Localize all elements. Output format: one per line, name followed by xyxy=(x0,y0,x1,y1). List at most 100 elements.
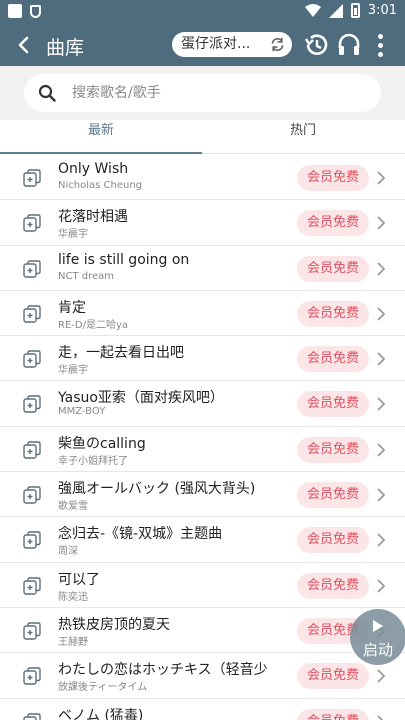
shield-icon xyxy=(30,4,41,18)
chevron-right-icon xyxy=(377,307,386,321)
chevron-right-icon xyxy=(377,171,386,185)
signal-icon xyxy=(328,3,343,18)
song-artist: NCT dream xyxy=(58,270,115,282)
add-to-playlist-icon[interactable] xyxy=(23,441,41,459)
headphones-icon[interactable] xyxy=(335,31,363,59)
song-artist: 歌爱雪 xyxy=(58,501,88,513)
vip-free-badge[interactable]: 会员免费 xyxy=(297,436,369,463)
current-song-label: 蛋仔派对... xyxy=(181,36,251,52)
history-icon[interactable] xyxy=(303,31,331,59)
chevron-right-icon xyxy=(377,216,386,230)
current-song-chip[interactable]: 蛋仔派对... xyxy=(172,32,292,57)
song-row[interactable]: 強風オールバック (强风大背头) 歌爱雪 会员免费 xyxy=(0,472,405,518)
add-to-playlist-icon[interactable] xyxy=(23,395,41,414)
song-title: 热铁皮房顶的夏天 xyxy=(58,616,170,633)
add-to-playlist-icon[interactable] xyxy=(23,305,41,323)
song-row[interactable]: 走，一起去看日出吧华晨宇 会员免费 xyxy=(0,336,405,382)
vip-free-badge[interactable]: 会员免费 xyxy=(297,300,369,327)
chevron-right-icon xyxy=(377,669,386,683)
vip-free-badge[interactable]: 会员免费 xyxy=(297,346,369,373)
song-artist: 华晨宇 xyxy=(58,229,88,241)
song-row[interactable]: 花落时相遇华晨宇 会员免费 xyxy=(0,200,405,246)
status-time: 3:01 xyxy=(367,3,397,18)
start-button[interactable]: 启动 xyxy=(350,609,405,665)
vip-free-badge[interactable]: 会员免费 xyxy=(297,572,369,599)
tab-popular[interactable]: 热门 xyxy=(202,120,404,154)
vip-free-badge[interactable]: 会员免费 xyxy=(297,708,369,720)
song-title: 花落时相遇 xyxy=(58,209,128,226)
vip-free-badge[interactable]: 会员免费 xyxy=(297,527,369,554)
chevron-right-icon xyxy=(377,579,386,593)
vip-free-badge[interactable]: 会员免费 xyxy=(297,391,369,418)
chevron-right-icon xyxy=(377,397,386,412)
back-button[interactable] xyxy=(10,31,38,59)
song-row[interactable]: 热铁皮房顶的夏天 王赫野 会员免费 xyxy=(0,608,405,654)
song-row[interactable]: 柴鱼のcalling 幸子小姐拜托了 会员免费 xyxy=(0,427,405,473)
search-area xyxy=(0,66,405,120)
search-input[interactable] xyxy=(72,74,362,112)
song-title: Yasuo亚索（面对疾风吧） xyxy=(58,390,224,407)
song-title: 肯定 xyxy=(58,299,86,316)
more-vert-icon xyxy=(377,33,383,39)
status-bar: 3:01 xyxy=(0,0,405,24)
tab-bar: 最新 热门 xyxy=(0,120,405,154)
song-title: わたしの恋はホッチキス（轻音少 xyxy=(58,662,268,679)
vip-free-badge[interactable]: 会员免费 xyxy=(297,210,369,237)
song-artist: MMZ-BOY xyxy=(58,406,106,418)
tab-latest[interactable]: 最新 xyxy=(0,120,202,154)
vip-free-badge[interactable]: 会员免费 xyxy=(297,165,369,191)
add-to-playlist-icon[interactable] xyxy=(23,350,41,368)
song-title: Only Wish xyxy=(58,161,129,177)
chevron-right-icon xyxy=(377,352,386,366)
add-to-playlist-icon[interactable] xyxy=(23,486,41,504)
more-menu-button[interactable] xyxy=(370,31,390,59)
song-row[interactable]: ベノム (猛毒) 会员免费 xyxy=(0,699,405,720)
add-to-playlist-icon[interactable] xyxy=(23,259,41,278)
start-button-label: 启动 xyxy=(362,641,393,659)
song-artist: RE-D/是二哈ya xyxy=(58,319,128,331)
add-to-playlist-icon[interactable] xyxy=(23,667,41,685)
song-row[interactable]: 肯定 RE-D/是二哈ya 会员免费 xyxy=(0,291,405,337)
song-row[interactable]: Yasuo亚索（面对疾风吧） MMZ-BOY 会员免费 xyxy=(0,381,405,427)
song-artist: 王赫野 xyxy=(58,636,88,648)
vip-free-badge[interactable]: 会员免费 xyxy=(297,482,369,509)
song-artist: 陈奕迅 xyxy=(58,591,88,603)
notification-square-icon xyxy=(8,4,22,18)
add-to-playlist-icon[interactable] xyxy=(23,712,41,720)
chevron-right-icon xyxy=(377,488,386,502)
search-box[interactable] xyxy=(24,74,381,112)
vip-free-badge[interactable]: 会员免费 xyxy=(297,255,369,282)
search-icon xyxy=(38,84,56,102)
song-row[interactable]: わたしの恋はホッチキス（轻音少放課後ティータイム 会员免费 xyxy=(0,653,405,699)
song-artist: 幸子小姐拜托了 xyxy=(58,455,128,467)
vip-free-badge[interactable]: 会员免费 xyxy=(297,663,369,690)
add-to-playlist-icon[interactable] xyxy=(23,214,41,232)
song-artist: 放課後ティータイム xyxy=(58,682,148,694)
battery-icon xyxy=(350,3,360,18)
song-title: life is still going on xyxy=(58,251,190,268)
add-to-playlist-icon[interactable] xyxy=(23,531,41,550)
song-artist: 华晨宇 xyxy=(58,365,88,377)
song-title: 強風オールバック (强风大背头) xyxy=(58,481,256,498)
refresh-icon[interactable] xyxy=(269,36,286,53)
app-bar: 曲库 蛋仔派对... xyxy=(0,24,405,66)
song-title: ベノム (猛毒) xyxy=(58,707,144,720)
add-to-playlist-icon[interactable] xyxy=(23,169,41,187)
back-arrow-icon xyxy=(18,36,29,54)
song-title: 走，一起去看日出吧 xyxy=(58,345,184,362)
song-row[interactable]: 可以了陈奕迅 会员免费 xyxy=(0,563,405,608)
chevron-right-icon xyxy=(377,714,384,720)
page-title: 曲库 xyxy=(46,37,85,59)
song-row[interactable]: Only Wish Nicholas Cheung 会员免费 xyxy=(0,155,405,201)
song-title: 柴鱼のcalling xyxy=(58,435,146,452)
chevron-right-icon xyxy=(377,443,386,457)
play-icon xyxy=(373,620,383,632)
song-row[interactable]: 念归去-《镜-双城》主题曲 周深 会员免费 xyxy=(0,517,405,563)
chevron-right-icon xyxy=(377,261,386,276)
add-to-playlist-icon[interactable] xyxy=(23,576,41,595)
song-artist: 周深 xyxy=(58,546,78,558)
song-row[interactable]: life is still going on NCT dream 会员免费 xyxy=(0,246,405,291)
song-title: 可以了 xyxy=(58,571,100,588)
add-to-playlist-icon[interactable] xyxy=(23,622,41,640)
wifi-icon xyxy=(304,4,321,17)
